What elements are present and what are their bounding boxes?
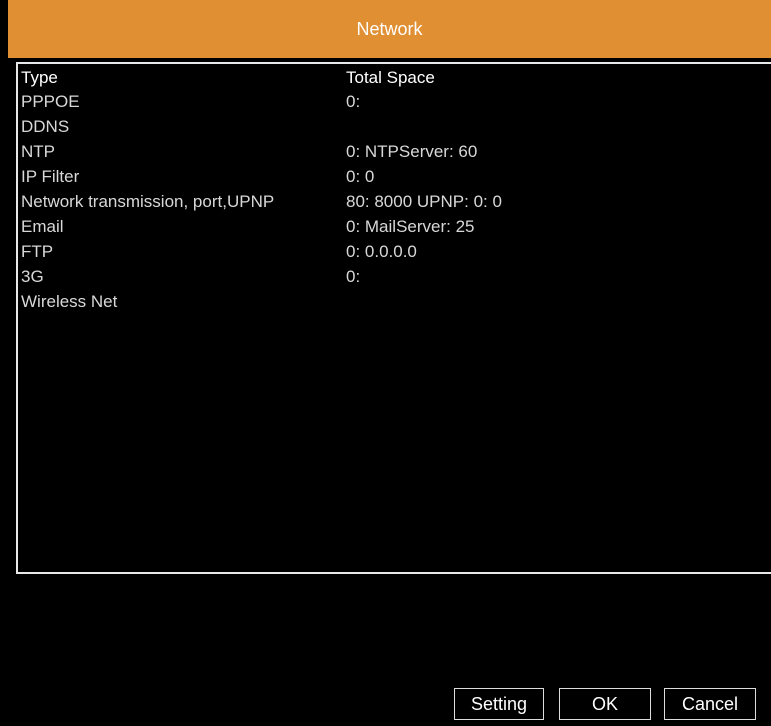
list-item-type: IP Filter <box>21 167 80 186</box>
list-item-type: NTP <box>21 142 55 161</box>
setting-button[interactable]: Setting <box>454 688 544 720</box>
cancel-button[interactable]: Cancel <box>664 688 756 720</box>
list-item-space: 0: <box>346 267 361 286</box>
list-item-type: Wireless Net <box>21 292 118 311</box>
header-type: Type <box>21 68 58 87</box>
ok-button[interactable]: OK <box>559 688 651 720</box>
list-item-space: 0: 0.0.0.0 <box>346 242 417 261</box>
network-dialog: Network Type Total Space PPPOE 0: DDNS N… <box>0 0 771 726</box>
list-item-type: 3G <box>21 267 44 286</box>
list-item-type: Network transmission, port,UPNP <box>21 192 275 211</box>
list-item-space: 0: MailServer: 25 <box>346 217 475 236</box>
list-item-type: PPPOE <box>21 92 80 111</box>
list-item-space: 0: NTPServer: 60 <box>346 142 478 161</box>
list-item-type: FTP <box>21 242 54 261</box>
dialog-title: Network <box>356 18 423 39</box>
list-item-type: DDNS <box>21 117 70 136</box>
list-item-space: 0: <box>346 92 361 111</box>
network-list[interactable]: Type Total Space PPPOE 0: DDNS NTP 0: NT… <box>16 62 771 574</box>
header-total-space: Total Space <box>346 68 435 87</box>
list-item-space: 0: 0 <box>346 167 375 186</box>
title-bar: Network <box>8 0 771 58</box>
list-item-type: Email <box>21 217 64 236</box>
list-item-space: 80: 8000 UPNP: 0: 0 <box>346 192 502 211</box>
